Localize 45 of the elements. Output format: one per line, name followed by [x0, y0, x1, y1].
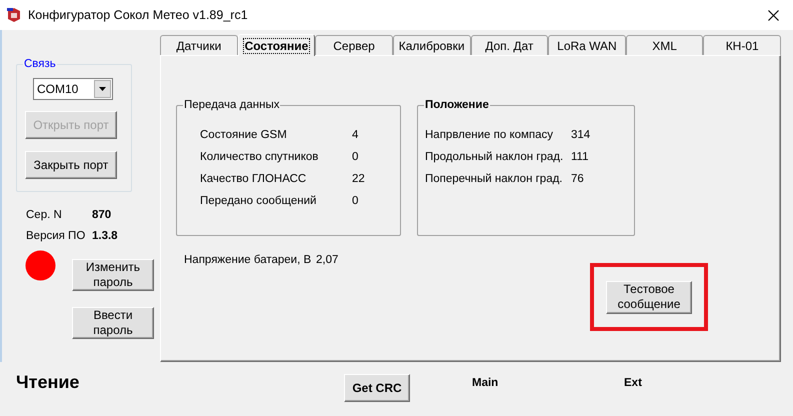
field-label: Качество ГЛОНАСС: [200, 173, 308, 185]
test-message-button[interactable]: Тестовое сообщение: [606, 280, 692, 314]
password-button[interactable]: Ввести пароль: [72, 307, 154, 339]
port-dropdown[interactable]: COM10: [33, 78, 113, 100]
field-label: Продольный наклон град.: [425, 151, 564, 163]
field-value: 2,07: [316, 254, 340, 266]
field-value: 22: [352, 173, 366, 185]
tab[interactable]: Доп. Дат: [470, 35, 548, 55]
field-value: 0: [352, 151, 360, 163]
app-icon: [6, 7, 22, 23]
tab[interactable]: Калибровки: [392, 35, 470, 55]
close-port-button[interactable]: Закрыть порт: [25, 151, 117, 179]
group-title: Передача данных: [183, 99, 280, 111]
tab[interactable]: XML: [626, 35, 704, 55]
field-label: Напрвление по компасу: [425, 129, 554, 141]
field-value: 314: [571, 129, 592, 141]
footer-label: Main: [472, 376, 500, 389]
field-value: 4: [352, 129, 360, 141]
footer-label: Ext: [624, 376, 643, 389]
close-icon[interactable]: [768, 10, 779, 20]
password-button[interactable]: Изменить пароль: [72, 259, 154, 291]
window-title: Конфигуратор Сокол Метео v1.89_rc1: [28, 8, 249, 22]
field-label: Поперечный наклон град.: [425, 173, 564, 185]
group-title: Положение: [424, 99, 490, 111]
field-label: Состояние GSM: [200, 129, 288, 141]
field-label: Передано сообщений: [200, 195, 318, 207]
tab[interactable]: КН-01: [703, 35, 781, 55]
get-crc-button[interactable]: Get CRC: [344, 374, 410, 402]
tab[interactable]: Сервер: [315, 35, 393, 55]
status-light-icon: [25, 250, 56, 281]
status-text: Чтение: [15, 371, 80, 393]
field-label: Количество спутников: [200, 151, 320, 163]
field-label: Напряжение батареи, В: [184, 254, 312, 266]
info-value: 870: [92, 209, 112, 221]
field-value: 76: [571, 173, 585, 185]
info-label: Версия ПО: [26, 230, 86, 242]
tab[interactable]: Состояние: [238, 34, 316, 56]
info-label: Сер. N: [26, 209, 63, 221]
tab[interactable]: LoRa WAN: [548, 35, 626, 55]
caret-icon: [99, 87, 106, 91]
tab[interactable]: Датчики: [160, 35, 238, 55]
field-value: 111: [571, 151, 590, 163]
info-value: 1.3.8: [92, 230, 119, 242]
field-value: 0: [352, 195, 360, 207]
group-title: Связь: [23, 58, 57, 70]
